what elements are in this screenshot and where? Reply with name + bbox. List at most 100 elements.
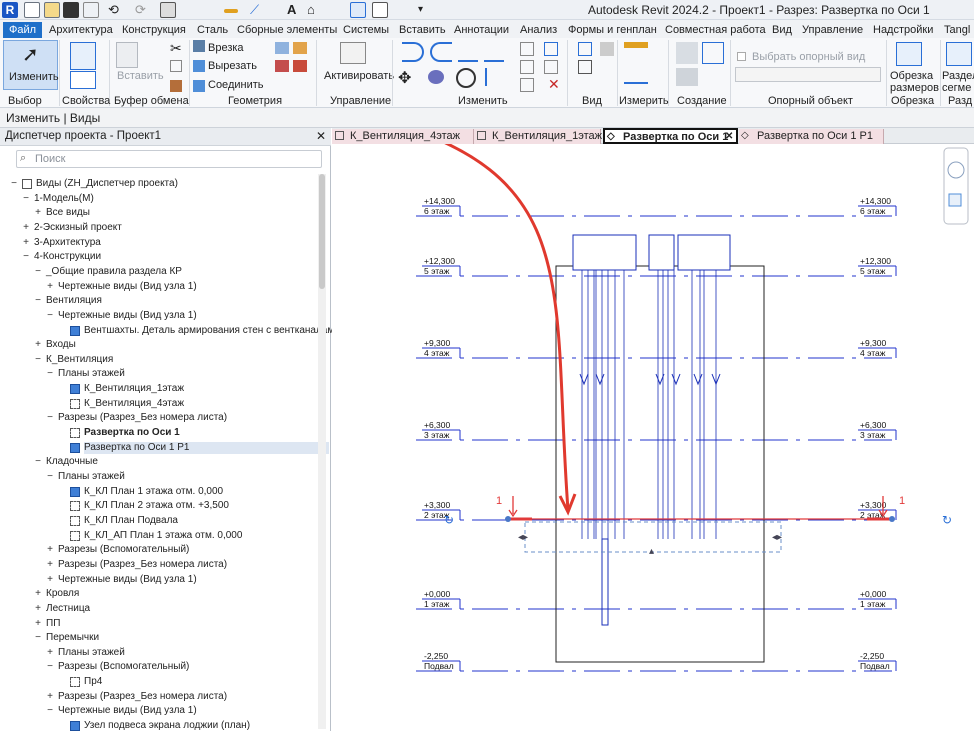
tab-file[interactable]: Файл	[3, 22, 43, 38]
tree-item[interactable]: ПП	[46, 618, 60, 630]
tree-expander[interactable]: −	[46, 310, 54, 322]
flip-arrow-left-icon[interactable]: ◂▸	[518, 532, 528, 543]
tree-item[interactable]: К_КЛ План 2 этажа отм. +3,500	[84, 500, 229, 512]
level-elevation[interactable]: +3,300	[424, 500, 451, 510]
save-icon[interactable]	[63, 2, 79, 18]
depth-arrow-icon[interactable]: ▴	[649, 546, 654, 557]
tab-architecture[interactable]: Архитектура	[49, 22, 113, 38]
mirror-axis-icon[interactable]	[458, 42, 478, 62]
tree-item[interactable]: Чертежные виды (Вид узла 1)	[58, 310, 197, 322]
level-elevation[interactable]: +14,300	[424, 196, 455, 206]
move-icon[interactable]: ✥	[398, 68, 416, 87]
level-elevation[interactable]: -2,250	[424, 651, 448, 661]
tree-expander[interactable]: +	[46, 574, 54, 586]
level-name[interactable]: 3 этаж	[860, 430, 886, 440]
tree-item[interactable]: Разрезы (Разрез_Без номера листа)	[58, 412, 227, 424]
tree-item[interactable]: 2-Эскизный проект	[34, 222, 122, 234]
tree-item[interactable]: Вентиляция	[46, 295, 102, 307]
unpin-icon[interactable]	[520, 78, 534, 92]
align-icon[interactable]	[402, 42, 424, 62]
sync-icon[interactable]	[83, 2, 99, 18]
tab-collaborate[interactable]: Совместная работа	[665, 22, 766, 38]
match-type-icon[interactable]	[170, 80, 182, 92]
tree-item[interactable]: К_Вентиляция	[46, 354, 113, 366]
tree-item[interactable]: Кладочные	[46, 456, 98, 468]
tree-expander[interactable]: +	[22, 222, 30, 234]
tree-expander[interactable]: −	[34, 266, 42, 278]
level-name[interactable]: 6 этаж	[424, 206, 450, 216]
split-segment-icon[interactable]	[946, 42, 972, 66]
level-name[interactable]: 1 этаж	[424, 599, 450, 609]
reference-plane-select[interactable]: Выбрать опорный вид	[752, 51, 865, 63]
tree-expander[interactable]: +	[34, 618, 42, 630]
switch-windows-icon[interactable]	[372, 2, 388, 18]
level-name[interactable]: 3 этаж	[424, 430, 450, 440]
array-icon[interactable]	[544, 42, 558, 56]
level-elevation[interactable]: +0,000	[424, 589, 451, 599]
paste-icon[interactable]	[116, 42, 138, 68]
cycle-icon-right[interactable]: ↻	[942, 513, 952, 527]
tree-item[interactable]: Чертежные виды (Вид узла 1)	[58, 281, 197, 293]
cut-icon[interactable]	[193, 60, 205, 72]
tree-item[interactable]: 1-Модель(М)	[34, 193, 94, 205]
level-elevation[interactable]: +12,300	[860, 256, 891, 266]
tree-item[interactable]: Перемычки	[46, 632, 99, 644]
level-name[interactable]: Подвал	[424, 661, 454, 671]
level-elevation[interactable]: -2,250	[860, 651, 884, 661]
tab-annotate[interactable]: Аннотации	[454, 22, 509, 38]
tree-expander[interactable]: +	[22, 237, 30, 249]
level-name[interactable]: 1 этаж	[860, 599, 886, 609]
level-name[interactable]: 5 этаж	[860, 266, 886, 276]
type-properties-icon[interactable]	[70, 71, 96, 89]
reference-plane-checkbox[interactable]	[737, 52, 746, 61]
tree-expander[interactable]: −	[46, 705, 54, 717]
tree-item[interactable]: К_Вентиляция_1этаж	[84, 383, 184, 395]
tree-expander[interactable]: −	[10, 178, 18, 190]
tree-item[interactable]: К_КЛ План Подвала	[84, 515, 178, 527]
scissors-icon[interactable]: ✂	[170, 40, 188, 58]
tree-expander[interactable]: +	[46, 281, 54, 293]
tab-addins[interactable]: Надстройки	[873, 22, 933, 38]
create-assembly-icon[interactable]	[676, 68, 698, 86]
join-icon[interactable]	[193, 80, 205, 92]
tree-expander[interactable]: −	[46, 368, 54, 380]
section-head-left[interactable]	[508, 496, 518, 518]
tree-expander[interactable]: −	[22, 251, 30, 263]
tree-expander[interactable]: +	[46, 647, 54, 659]
level-elevation[interactable]: +6,300	[860, 420, 887, 430]
browser-scrollbar[interactable]	[318, 174, 326, 729]
level-name[interactable]: 4 этаж	[424, 348, 450, 358]
trim-icon[interactable]	[485, 68, 503, 86]
cutout-button[interactable]: Вырезать	[208, 60, 257, 72]
level-elevation[interactable]: +12,300	[424, 256, 455, 266]
demolish-icon[interactable]	[293, 60, 307, 72]
tab-view-vent-4[interactable]: К_Вентиляция_4этаж	[332, 129, 474, 144]
vent-box[interactable]	[677, 234, 731, 271]
level-elevation[interactable]: +14,300	[860, 196, 891, 206]
tree-item[interactable]: Узел подвеса экрана лоджии (план)	[84, 720, 250, 732]
tab-structure[interactable]: Конструкция	[122, 22, 186, 38]
tree-expander[interactable]: −	[22, 193, 30, 205]
section-grip-right[interactable]	[889, 516, 895, 522]
level-name[interactable]: 4 этаж	[860, 348, 886, 358]
level-elevation[interactable]: +6,300	[424, 420, 451, 430]
tree-item[interactable]: Чертежные виды (Вид узла 1)	[58, 574, 197, 586]
rotate-icon[interactable]	[456, 68, 476, 88]
close-icon[interactable]: ✕	[316, 129, 326, 143]
cut-geometry-button[interactable]: Врезка	[208, 42, 244, 54]
join-button[interactable]: Соединить	[208, 79, 264, 91]
tree-item[interactable]: К_КЛ_АП План 1 этажа отм. 0,000	[84, 530, 242, 542]
home-icon[interactable]: ⌂	[307, 2, 323, 18]
level-elevation[interactable]: +9,300	[860, 338, 887, 348]
level-name[interactable]: 5 этаж	[424, 266, 450, 276]
text-icon[interactable]: A	[287, 2, 303, 18]
delete-icon[interactable]: ✕	[548, 76, 566, 94]
copy-element-icon[interactable]	[428, 70, 444, 84]
scrollbar-thumb[interactable]	[319, 174, 325, 289]
search-input[interactable]: ⌕ Поиск	[16, 150, 322, 168]
tree-expander[interactable]: +	[34, 588, 42, 600]
tree-expander[interactable]: −	[46, 412, 54, 424]
tree-item[interactable]: Чертежные виды (Вид узла 1)	[58, 705, 197, 717]
tree-expander[interactable]: +	[34, 339, 42, 351]
tab-manage[interactable]: Управление	[802, 22, 863, 38]
